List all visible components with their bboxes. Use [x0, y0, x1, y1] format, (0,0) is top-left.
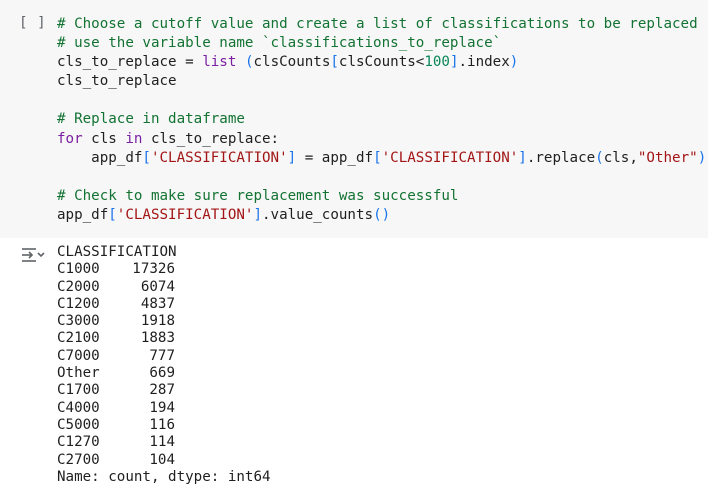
cell-output: CLASSIFICATION C1000 17326 C2000 6074 C1200 4… — [57, 244, 271, 486]
output-row-value: 4837 — [140, 295, 175, 312]
code-line: for cls in cls_to_replace: — [57, 130, 706, 149]
output-row-index: C3000 — [57, 313, 100, 330]
output-footer: Name: count, dtype: int64 — [57, 468, 271, 485]
code-token: 'CLASSIFICATION' — [150, 149, 288, 166]
output-row: C1000 17326 — [57, 261, 271, 278]
code-line: # Check to make sure replacement was suc… — [57, 187, 706, 206]
code-token: ) — [697, 149, 707, 166]
code-line: # Replace in dataframe — [57, 110, 706, 129]
code-token: cls, — [603, 149, 638, 166]
output-row-index: C7000 — [57, 347, 100, 364]
code-token: ) — [509, 54, 519, 71]
output-row-index: Other — [57, 365, 100, 382]
output-row-value: 116 — [149, 416, 175, 433]
code-line: app_df['CLASSIFICATION'] = app_df['CLASS… — [57, 149, 706, 168]
output-row: C4000 194 — [57, 400, 271, 417]
code-token: cls — [82, 130, 126, 147]
code-token: clsCounts< — [338, 54, 425, 71]
output-row-index: C1200 — [57, 295, 100, 312]
code-token: cls_to_replace: — [142, 130, 280, 147]
output-row: C1700 287 — [57, 382, 271, 399]
code-token: clsCounts — [253, 54, 331, 71]
code-token: app_df — [57, 149, 143, 166]
code-token: # use the variable name `classifications… — [57, 35, 502, 52]
output-row-index: C5000 — [57, 416, 100, 433]
output-toggle-icon-svg — [22, 248, 45, 262]
code-line: cls_to_replace = list (clsCounts[clsCoun… — [57, 53, 706, 72]
code-cell[interactable]: [ ] # Choose a cutoff value and create a… — [0, 0, 708, 238]
output-row-value: 104 — [149, 451, 175, 468]
output-row: C3000 1918 — [57, 313, 271, 330]
output-row-value: 1918 — [140, 313, 175, 330]
code-token: .replace — [526, 149, 596, 166]
code-token: app_df — [57, 206, 109, 223]
code-line: # Choose a cutoff value and create a lis… — [57, 15, 706, 34]
code-token: # Choose a cutoff value and create a lis… — [57, 16, 698, 32]
code-token: .index — [458, 54, 510, 71]
output-row-index: C2700 — [57, 451, 100, 468]
code-line: # use the variable name `classifications… — [57, 34, 706, 53]
code-token: list — [202, 54, 237, 71]
code-token: () — [373, 206, 391, 223]
code-token: [ — [373, 149, 382, 166]
output-header: CLASSIFICATION — [57, 244, 177, 260]
output-row-value: 17326 — [132, 261, 175, 278]
output-row: C7000 777 — [57, 348, 271, 365]
code-token: for — [57, 130, 83, 147]
code-token: # Replace in dataframe — [57, 111, 245, 128]
code-token: cls_to_replace = — [57, 54, 203, 71]
output-row-index: C2000 — [57, 278, 100, 295]
output-toggle-icon[interactable] — [20, 246, 46, 264]
output-row: C2700 104 — [57, 452, 271, 469]
output-rows: C1000 17326 C2000 6074 C1200 4837 C3000 1918 C21… — [57, 261, 271, 469]
code-token: in — [125, 130, 143, 147]
code-token: [ — [108, 206, 117, 223]
output-row-value: 777 — [149, 347, 175, 364]
output-row-value: 287 — [149, 382, 175, 399]
code-token: ] — [287, 149, 297, 166]
output-row: C1270 114 — [57, 434, 271, 451]
code-token: ] — [449, 54, 459, 71]
code-line: app_df['CLASSIFICATION'].value_counts() — [57, 206, 706, 225]
code-token: [ — [330, 54, 339, 71]
output-row-value: 114 — [149, 434, 175, 451]
code-token: 'CLASSIFICATION' — [381, 149, 519, 166]
code-token: .value_counts — [262, 206, 374, 223]
output-row-index: C1270 — [57, 434, 100, 451]
code-token: ] — [518, 149, 527, 166]
output-row-index: C4000 — [57, 399, 100, 416]
output-row: C2100 1883 — [57, 330, 271, 347]
output-row-index: C1000 — [57, 261, 100, 278]
output-row-value: 1883 — [140, 330, 175, 347]
code-token: cls_to_replace — [57, 73, 177, 90]
code-token: ] — [253, 206, 263, 223]
code-token: 'CLASSIFICATION' — [116, 206, 254, 223]
output-row-value: 194 — [149, 399, 175, 416]
output-row-value: 6074 — [140, 278, 175, 295]
code-token: = app_df — [296, 149, 374, 166]
output-row-index: C2100 — [57, 330, 100, 347]
output-row: C2000 6074 — [57, 279, 271, 296]
output-row-index: C1700 — [57, 382, 100, 399]
output-row: Other 669 — [57, 365, 271, 382]
output-row: C1200 4837 — [57, 296, 271, 313]
code-token: 100 — [424, 54, 450, 71]
code-token: "Other" — [637, 149, 698, 166]
code-token: ( — [595, 149, 604, 166]
code-editor[interactable]: # Choose a cutoff value and create a lis… — [57, 15, 706, 225]
code-line: cls_to_replace — [57, 72, 706, 91]
output-row-value: 669 — [149, 365, 175, 382]
output-row: C5000 116 — [57, 417, 271, 434]
code-token: [ — [142, 149, 151, 166]
code-token: # Check to make sure replacement was suc… — [57, 187, 459, 204]
run-cell-button[interactable]: [ ] — [19, 15, 46, 31]
